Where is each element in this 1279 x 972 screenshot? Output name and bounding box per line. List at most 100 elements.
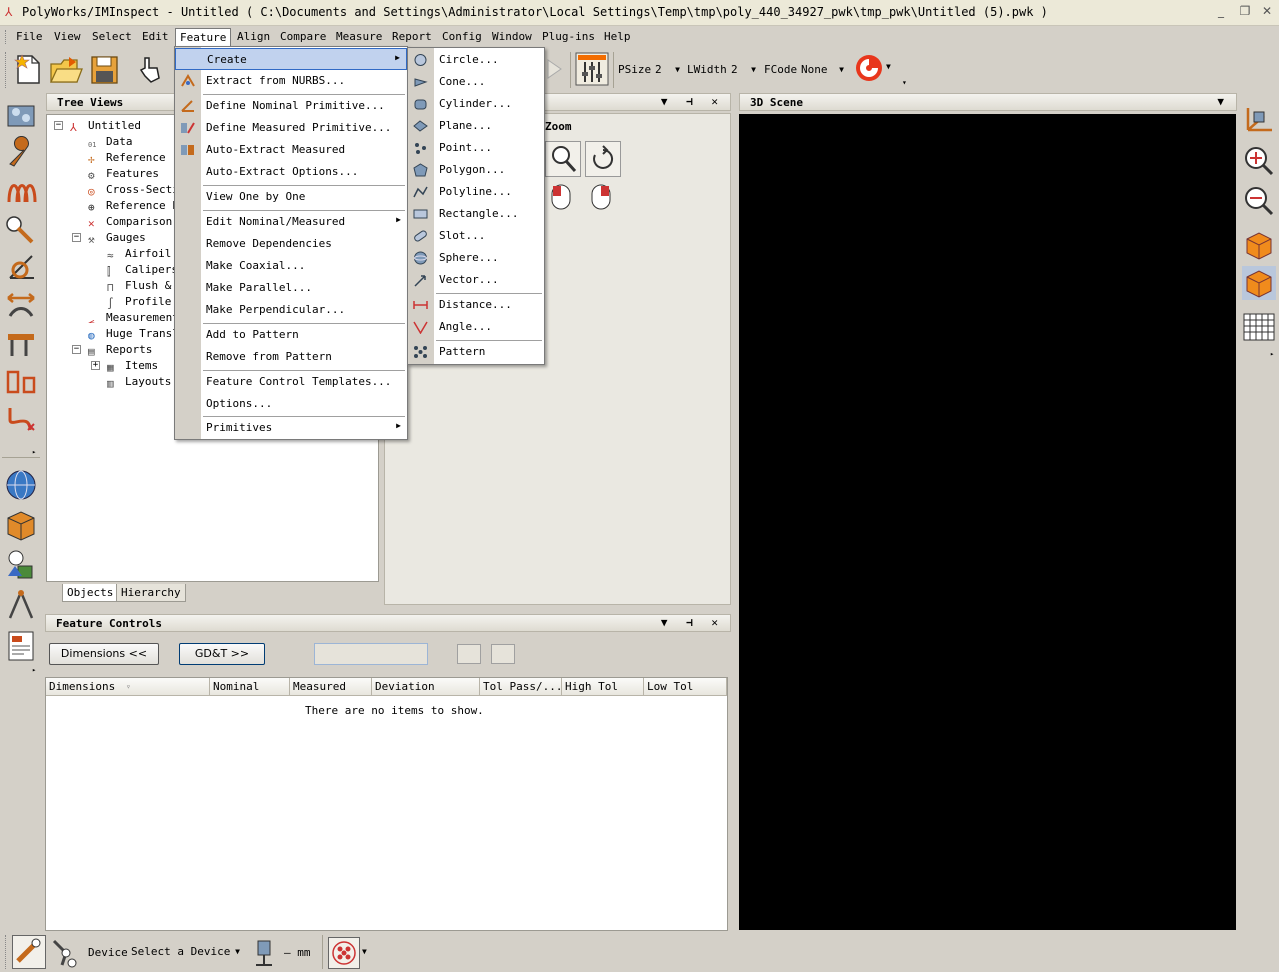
equalizer-settings-icon[interactable] [575,52,609,86]
tree-node-reports[interactable]: ▤ Reports [88,343,152,358]
device-arm-icon[interactable] [50,937,84,969]
menu-window[interactable]: Window [492,30,532,43]
lwidth-combo[interactable]: 2 ▼ [727,61,761,79]
compass-drafting-icon[interactable] [4,588,38,622]
tab-objects[interactable]: Objects [62,584,119,602]
tree-node-layouts[interactable]: ▥ Layouts [107,375,171,390]
prev-icon[interactable] [457,644,481,664]
globe-icon[interactable] [4,468,38,502]
menu-item-plane[interactable]: Plane... [408,115,544,137]
collapse-icon[interactable]: − [54,121,63,130]
toolbar-overflow-icon[interactable]: ▸ [1270,350,1274,358]
menu-help[interactable]: Help [604,30,631,43]
menu-item-create[interactable]: Create ▶ [175,48,407,70]
collapse-icon[interactable]: − [72,233,81,242]
curves-icon[interactable] [4,174,38,208]
menu-item-remove-dependencies[interactable]: Remove Dependencies [175,233,407,255]
open-folder-icon[interactable] [49,54,83,86]
tracker-icon[interactable] [248,937,282,969]
polyworks-logo-icon[interactable] [854,53,884,83]
panel-controls[interactable]: ▼ ⊣ ✕ [661,95,724,108]
menu-feature[interactable]: Feature [175,28,232,46]
rotate-view-icon[interactable] [585,141,621,177]
column-header-tol-pass[interactable]: Tol Pass/... [480,678,562,696]
panel-controls[interactable]: ▼ ⊣ ✕ [661,616,724,629]
collapse-icon[interactable]: − [72,345,81,354]
tree-node-untitled[interactable]: ⅄ Untitled [70,119,141,134]
menu-file[interactable]: File [16,30,43,43]
menu-view[interactable]: View [54,30,81,43]
dimensions-button[interactable]: Dimensions << [49,643,159,665]
next-icon[interactable] [491,644,515,664]
save-icon[interactable] [88,53,120,86]
zoom-fit-icon[interactable] [1242,144,1276,178]
menu-item-polyline[interactable]: Polyline... [408,181,544,203]
menu-item-pattern[interactable]: Pattern [408,341,544,363]
menu-item-remove-from-pattern[interactable]: Remove from Pattern [175,346,407,368]
menu-item-add-to-pattern[interactable]: Add to Pattern [175,324,407,346]
close-button[interactable]: ✕ [1259,4,1275,18]
mouse-left-icon[interactable] [547,181,575,211]
menu-item-make-parallel[interactable]: Make Parallel... [175,277,407,299]
menu-item-primitives[interactable]: Primitives ▶ [175,417,407,439]
menu-item-define-nominal[interactable]: Define Nominal Primitive... [175,95,407,117]
menu-compare[interactable]: Compare [280,30,326,43]
menu-item-feature-control-templates[interactable]: Feature Control Templates... [175,371,407,393]
menu-item-auto-extract-options[interactable]: Auto-Extract Options... [175,161,407,183]
cube-box-icon[interactable] [4,508,38,542]
tree-node-reference-points[interactable]: ⊕ Reference P [88,199,179,214]
axes-icon[interactable] [1242,102,1276,136]
menu-item-edit-nominal-measured[interactable]: Edit Nominal/Measured ▶ [175,211,407,233]
zoom-magnifier-icon[interactable] [545,141,581,177]
expand-icon[interactable]: + [91,361,100,370]
gdt-button[interactable]: GD&T >> [179,643,265,665]
new-document-icon[interactable] [12,52,44,86]
filter-field[interactable] [314,643,428,665]
points-cloud-icon[interactable] [328,937,360,969]
mouse-right-icon[interactable] [587,181,615,211]
caliper-icon[interactable] [4,326,38,360]
data-shapes-icon[interactable] [4,548,38,582]
scene-viewport[interactable] [739,114,1236,930]
menu-edit[interactable]: Edit [142,30,169,43]
menu-item-sphere[interactable]: Sphere... [408,247,544,269]
menu-item-make-perpendicular[interactable]: Make Perpendicular... [175,299,407,321]
column-header-low-tol[interactable]: Low Tol [644,678,727,696]
psize-combo[interactable]: 2 ▼ [651,61,685,79]
data-objects-icon[interactable] [4,98,38,132]
toolbar-overflow-icon[interactable]: ▸ [32,448,36,456]
menu-plugins[interactable]: Plug-ins [542,30,595,43]
column-header-deviation[interactable]: Deviation [372,678,480,696]
menu-item-cone[interactable]: Cone... [408,71,544,93]
menu-config[interactable]: Config [442,30,482,43]
tree-node-gauges[interactable]: ⚒ Gauges [88,231,146,246]
menu-item-extract-nurbs[interactable]: Extract from NURBS... [175,70,407,92]
tree-node-features[interactable]: ⚙ Features [88,167,159,182]
wrench-tool-icon[interactable] [4,136,38,170]
tree-node-comparison[interactable]: ✕ Comparison [88,215,172,230]
minimize-button[interactable]: _ [1213,4,1229,18]
report-icon[interactable] [4,628,38,662]
menu-item-auto-extract-measured[interactable]: Auto-Extract Measured [175,139,407,161]
tree-node-cross-sections[interactable]: ◎ Cross-Secti [88,183,179,198]
menu-item-view-one-by-one[interactable]: View One by One [175,186,407,208]
tree-node-calipers[interactable]: ⫿ Calipers [107,263,178,278]
menu-item-options[interactable]: Options... [175,393,407,415]
tree-node-flush-gap[interactable]: ⊓ Flush & [107,279,171,294]
chevron-down-icon[interactable]: ▼ [886,62,891,71]
cube-view-icon[interactable] [1242,228,1276,262]
column-header-measured[interactable]: Measured [290,678,372,696]
tree-node-reference[interactable]: ✢ Reference [88,151,166,166]
distance-arrows-icon[interactable] [4,288,38,322]
chevron-down-icon[interactable]: ▼ [362,947,367,956]
menu-report[interactable]: Report [392,30,432,43]
column-header-high-tol[interactable]: High Tol [562,678,644,696]
tree-node-measurement[interactable]: ⦟ Measurement [88,311,179,326]
restore-button[interactable]: ❐ [1237,4,1253,18]
toolbar-overflow-icon[interactable]: ▸ [32,666,36,674]
menu-item-angle[interactable]: Angle... [408,316,544,338]
menu-align[interactable]: Align [237,30,270,43]
grid-display-icon[interactable] [1242,310,1276,344]
device-select[interactable]: Select a Device ▼ [127,943,245,961]
menu-select[interactable]: Select [92,30,132,43]
